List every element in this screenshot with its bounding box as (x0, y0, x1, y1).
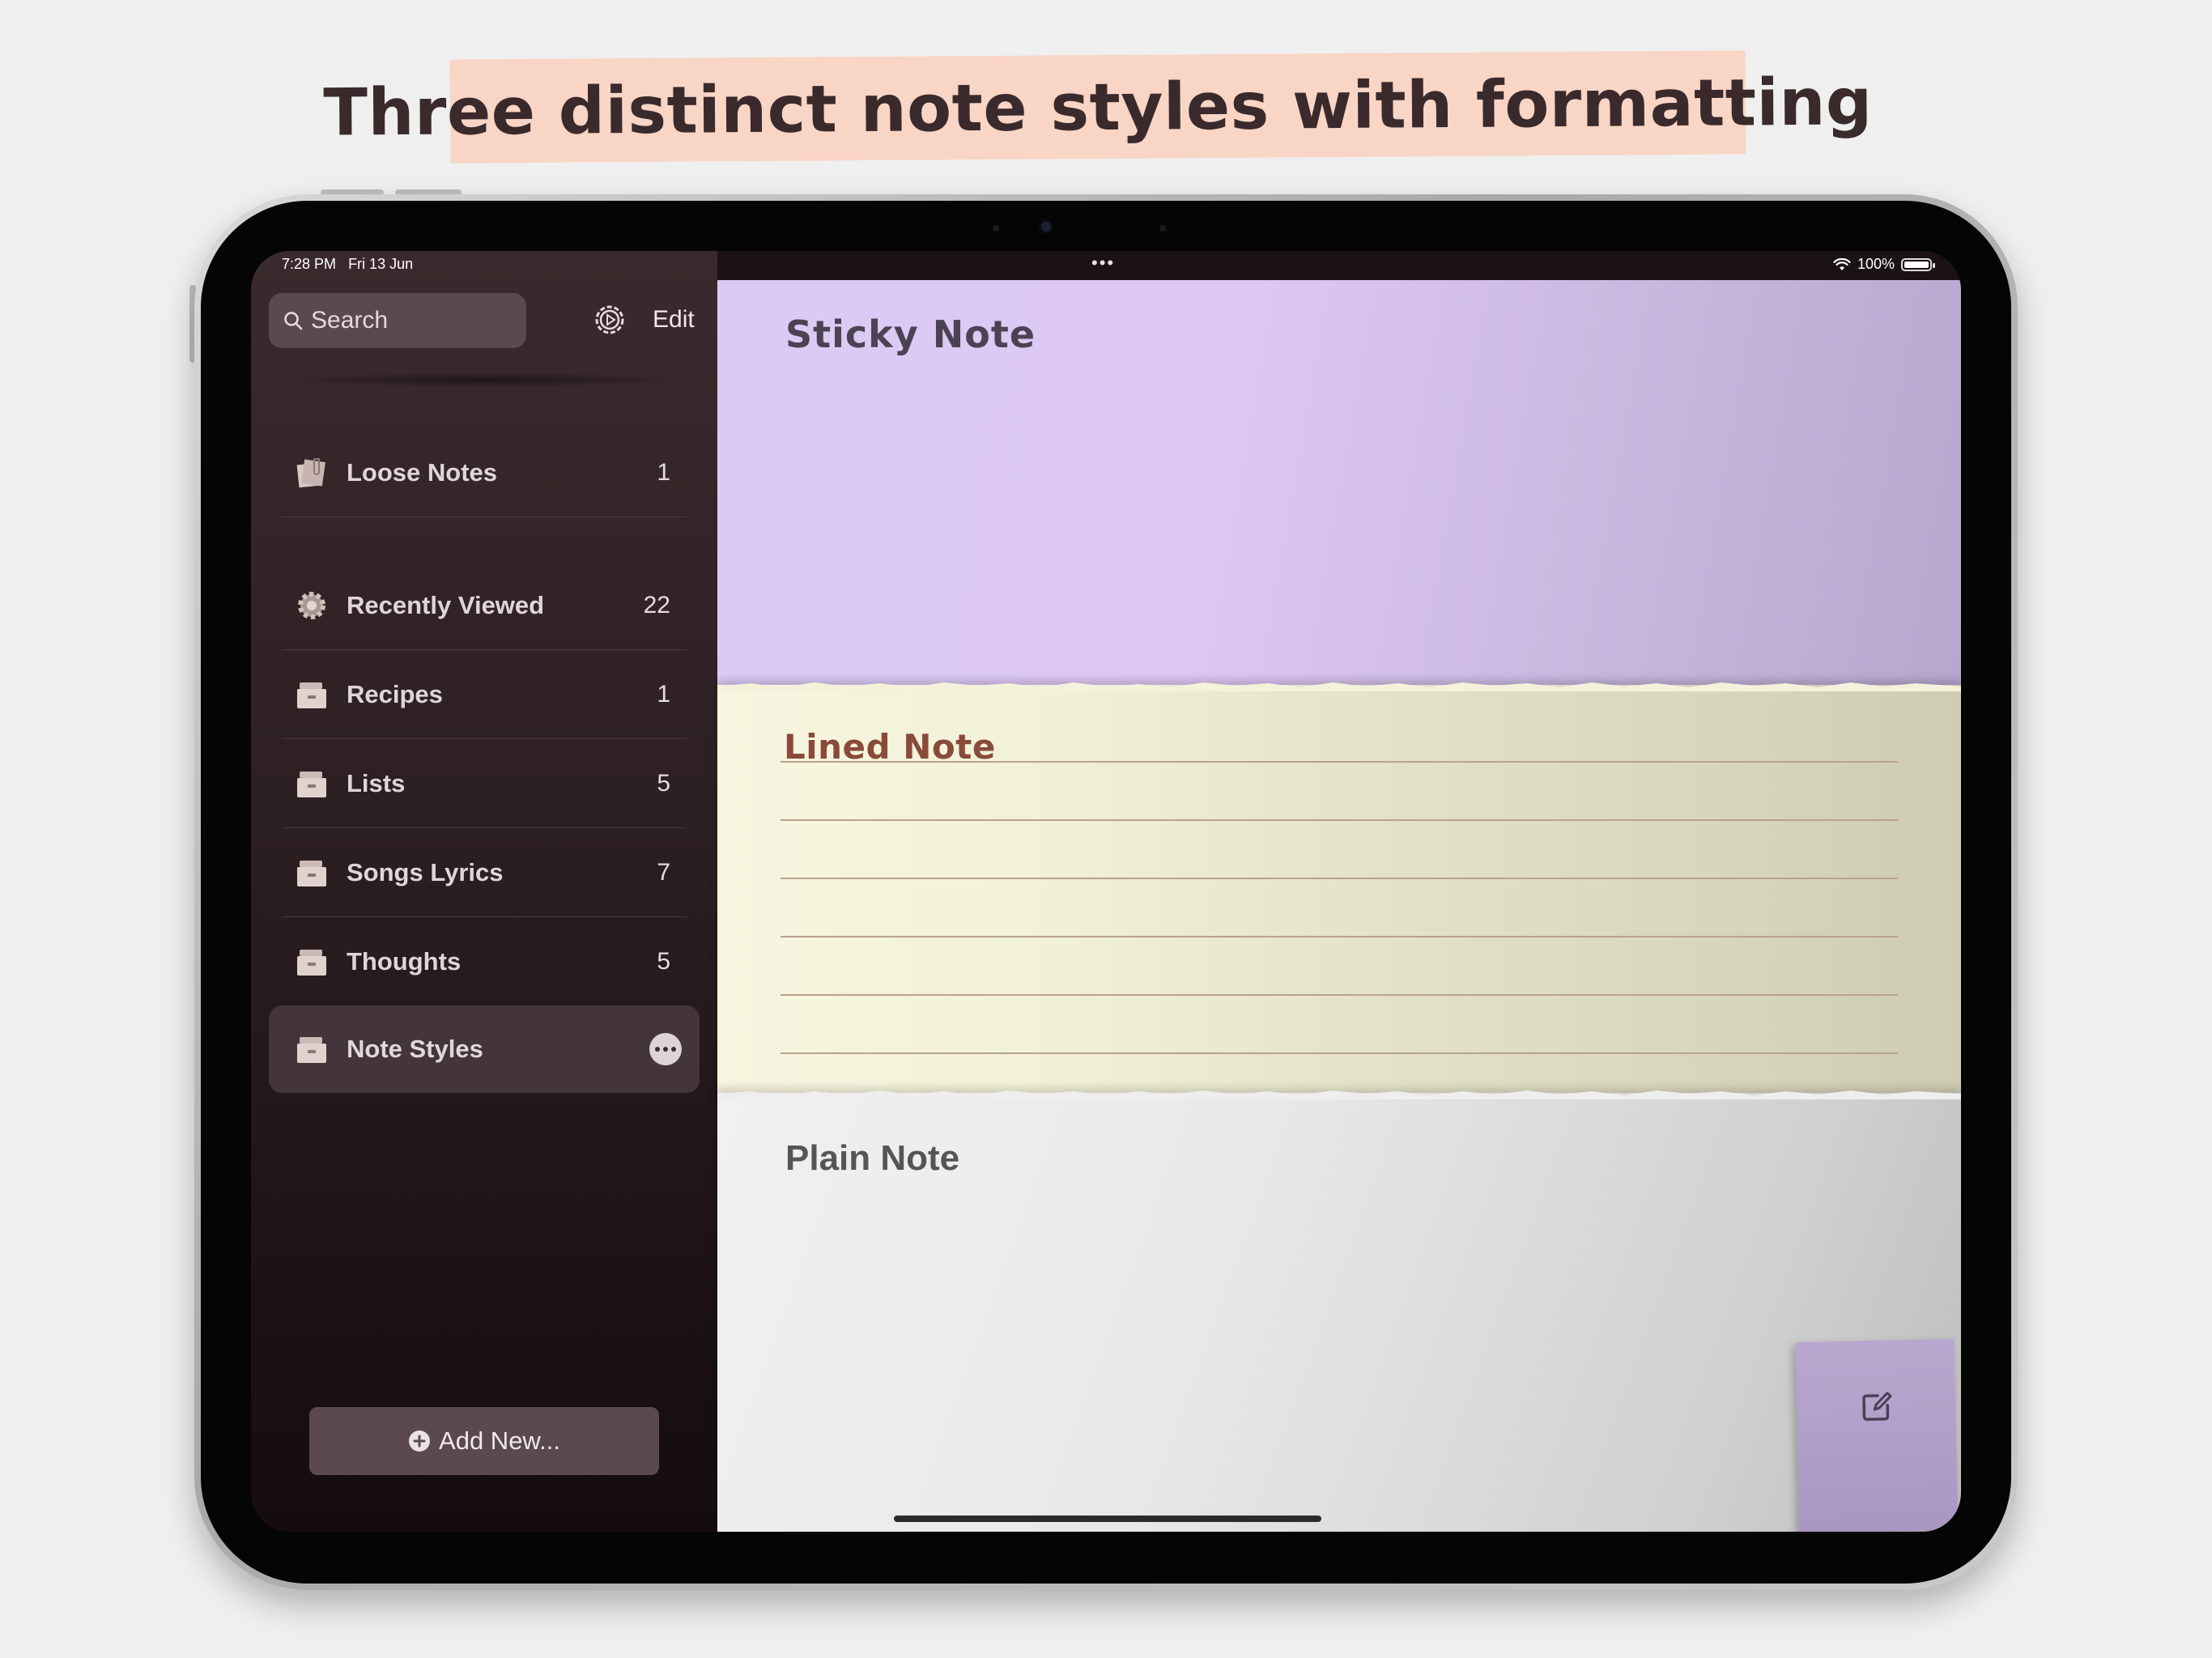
ellipsis-icon (663, 1047, 668, 1052)
sidebar-item-songs-lyrics[interactable]: Songs Lyrics 7 (282, 829, 683, 916)
ruled-line (781, 819, 1898, 821)
folder-count: 22 (643, 592, 670, 619)
ruled-line (781, 994, 1898, 996)
settings-gear-icon[interactable] (591, 301, 628, 338)
sidebar-item-recipes[interactable]: Recipes 1 (282, 651, 683, 738)
search-divider (283, 372, 685, 387)
battery-icon (1901, 257, 1935, 271)
folder-count: 5 (657, 770, 670, 797)
status-bar: 7:28 PM Fri 13 Jun ••• 100% (251, 251, 1961, 280)
drawer-icon (297, 1037, 326, 1063)
sticky-note-card[interactable]: Sticky Note (717, 280, 1961, 698)
sidebar-item-note-styles[interactable]: Note Styles (269, 1005, 700, 1093)
battery-percent: 100% (1857, 256, 1895, 272)
ruled-line (781, 1052, 1898, 1054)
torn-edge (717, 682, 1961, 691)
drawer-icon (297, 682, 326, 708)
multitask-dots[interactable]: ••• (1091, 253, 1115, 274)
search-icon (284, 312, 303, 330)
screen: 7:28 PM Fri 13 Jun ••• 100% Search Edit … (251, 251, 1961, 1532)
edit-button[interactable]: Edit (653, 306, 695, 334)
wifi-icon (1833, 257, 1851, 270)
lined-note-card[interactable]: Lined Note (717, 682, 1961, 1106)
loose-notes-icon (296, 458, 325, 488)
sticky-note-title: Sticky Note (785, 312, 1036, 356)
promo-banner: Three distinct note styles with formatti… (323, 50, 1873, 164)
search-bar[interactable] (269, 293, 526, 348)
front-camera (1041, 222, 1051, 232)
sidebar-item-lists[interactable]: Lists 5 (282, 740, 683, 827)
sidebar-item-recently-viewed[interactable]: Recently Viewed 22 (282, 562, 683, 649)
plain-note-card[interactable]: Plain Note (717, 1090, 1961, 1532)
folder-label: Songs Lyrics (347, 858, 504, 886)
folder-label: Thoughts (347, 947, 462, 976)
drawer-icon (297, 772, 326, 797)
plain-note-title: Plain Note (785, 1138, 960, 1178)
folder-count: 5 (657, 948, 670, 975)
folder-label: Recently Viewed (347, 591, 545, 619)
row-divider (282, 649, 687, 650)
drawer-icon (297, 861, 326, 886)
plus-circle-icon (409, 1431, 431, 1452)
banner-text: Three distinct note styles with formatti… (323, 63, 1873, 151)
sidebar-item-thoughts[interactable]: Thoughts 5 (282, 918, 683, 1005)
sensor (1159, 225, 1166, 232)
compose-new-note-button[interactable] (1795, 1338, 1959, 1532)
add-new-label: Add New... (439, 1426, 560, 1455)
ruled-line (781, 761, 1898, 763)
status-date: Fri 13 Jun (348, 256, 414, 272)
status-time-date: 7:28 PM Fri 13 Jun (282, 256, 413, 273)
recent-gear-icon (298, 592, 325, 619)
sidebar-item-loose-notes[interactable]: Loose Notes 1 (282, 429, 683, 517)
torn-edge (717, 1090, 1961, 1099)
folder-count: 1 (657, 459, 670, 486)
folder-count: 1 (657, 681, 670, 708)
ruled-line (781, 936, 1898, 937)
sidebar: Edit Loose Notes 1 Recently Viewed 22 (251, 251, 717, 1532)
drawer-icon (297, 950, 326, 976)
row-divider (282, 827, 687, 828)
add-new-button[interactable]: Add New... (309, 1407, 659, 1475)
status-time: 7:28 PM (282, 256, 337, 272)
home-indicator[interactable] (894, 1516, 1321, 1522)
ellipsis-icon (671, 1047, 676, 1052)
ellipsis-icon (655, 1047, 660, 1052)
notes-area: Sticky Note Lined Note Plain Note (717, 280, 1961, 1532)
more-options-button[interactable] (649, 1033, 682, 1065)
sensor (993, 225, 999, 232)
folder-label: Recipes (347, 680, 443, 708)
folder-count: 7 (657, 859, 670, 886)
ruled-line (781, 878, 1898, 879)
row-divider (282, 738, 687, 739)
status-right: 100% (1833, 256, 1935, 273)
folder-label: Lists (347, 769, 406, 797)
search-input[interactable] (309, 306, 523, 335)
row-divider (282, 916, 687, 917)
folder-label: Note Styles (347, 1035, 483, 1063)
compose-icon (1862, 1392, 1892, 1422)
folder-label: Loose Notes (347, 458, 498, 487)
